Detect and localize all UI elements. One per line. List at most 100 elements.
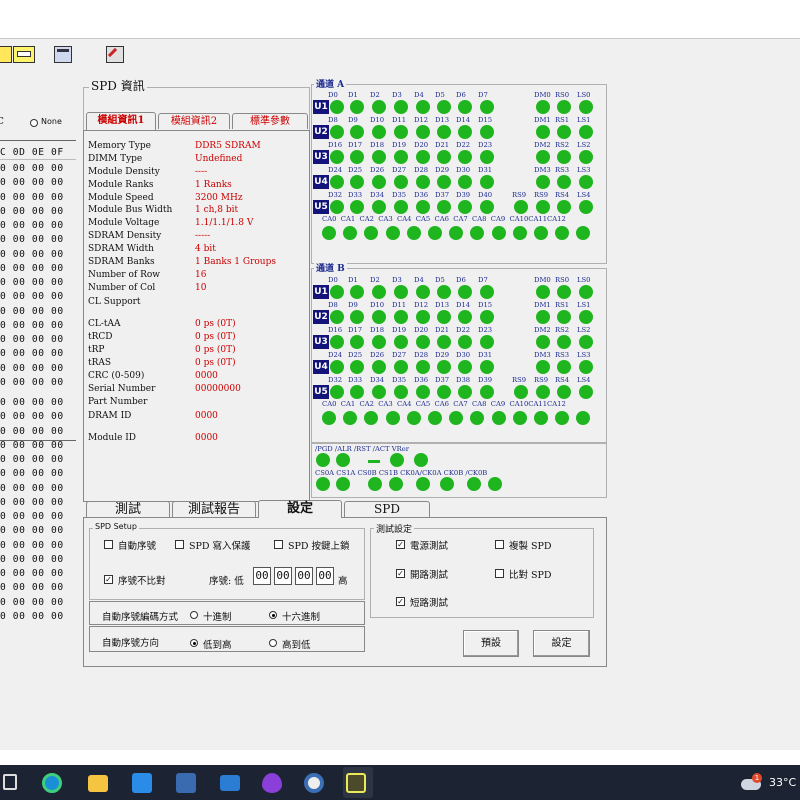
hex-row: 0 00 00 00	[0, 539, 64, 551]
spd-write-protect-checkbox[interactable]	[175, 540, 184, 549]
tab-module-info-1[interactable]: 模組資訊1	[86, 112, 156, 130]
ca-pin-dot	[322, 411, 336, 425]
tool-icon[interactable]	[106, 46, 124, 63]
edge-icon[interactable]	[42, 773, 62, 793]
channel-pin-label: D33	[348, 191, 363, 199]
channel-pin-label: D33	[348, 376, 363, 384]
channel-pin-label: D22	[456, 141, 471, 149]
hex-row: 0 00 00 00	[0, 397, 64, 408]
channel-pin-dot	[350, 200, 364, 214]
hex-row: 0 00 00 00	[0, 177, 64, 189]
channel-pin-dot	[480, 335, 494, 349]
channel-pin-dot	[480, 200, 494, 214]
power-test-checkbox[interactable]: ✓	[396, 540, 405, 549]
open-test-checkbox[interactable]: ✓	[396, 569, 405, 578]
hex-row: 0 00 00 00	[0, 205, 64, 217]
channel-pin-dot	[372, 385, 386, 399]
spd-setup-title: SPD Setup	[93, 522, 139, 531]
paint-icon[interactable]	[262, 773, 282, 793]
channel-pin-dot	[372, 310, 386, 324]
spd-field-value: 0 ps (0T)	[195, 332, 236, 342]
tab-spd[interactable]: SPD	[344, 501, 430, 517]
channel-pin-label: D34	[370, 191, 385, 199]
channel-pin-label: D28	[414, 351, 429, 359]
short-test-checkbox[interactable]: ✓	[396, 597, 405, 606]
hex-row: 0 00 00 00	[0, 248, 64, 260]
channel-pin-dot	[394, 335, 408, 349]
channel-pin-label: D3	[392, 276, 402, 284]
grid-icon[interactable]	[13, 46, 35, 63]
tab-settings[interactable]: 設定	[258, 500, 342, 518]
signal-alr-dot	[336, 453, 350, 467]
serial-byte-1[interactable]: 00	[253, 567, 271, 585]
signal-dot	[440, 477, 454, 491]
default-button[interactable]: 預設	[463, 630, 519, 657]
channel-pin-label: LS4	[577, 376, 591, 384]
device-icon[interactable]	[0, 46, 12, 63]
auto-serial-checkbox[interactable]	[104, 540, 113, 549]
channel-pin-label: D32	[328, 376, 343, 384]
channel-pin-dot	[437, 200, 451, 214]
tab-test[interactable]: 測試	[86, 501, 170, 517]
channel-pin-dot	[458, 285, 472, 299]
calculator-icon[interactable]	[176, 773, 196, 793]
channel-pin-label: D17	[348, 141, 363, 149]
spd-field-value: ----	[195, 167, 208, 177]
mail-icon[interactable]	[220, 775, 240, 791]
unit-badge: U4	[313, 360, 329, 374]
unit-badge: U2	[313, 310, 329, 324]
channel-pin-label: D11	[392, 116, 407, 124]
channel-pin-dot	[350, 100, 364, 114]
decimal-radio[interactable]	[190, 611, 198, 619]
unit-badge: U5	[313, 200, 329, 214]
signal-pgd-dot	[316, 453, 330, 467]
channel-pin-dot	[480, 285, 494, 299]
high-to-low-radio[interactable]	[269, 639, 277, 647]
channel-pin-dot	[437, 150, 451, 164]
hex-row: 0 00 00 00	[0, 439, 64, 451]
radio-none[interactable]	[30, 119, 38, 127]
hex-row: 0 00 00 00	[0, 334, 64, 345]
serial-byte-3[interactable]: 00	[295, 567, 313, 585]
serial-byte-4[interactable]: 00	[316, 567, 334, 585]
compare-spd-label: 比對 SPD	[509, 570, 552, 581]
task-view-icon[interactable]	[3, 774, 17, 790]
spd-field-value: 1.1/1.1/1.8 V	[195, 218, 254, 228]
channel-pin-dot	[394, 200, 408, 214]
spd-field-value: 1 ch,8 bit	[195, 205, 239, 215]
set-button[interactable]: 設定	[533, 630, 590, 657]
channel-pin-dot	[480, 125, 494, 139]
window-icon[interactable]	[54, 46, 72, 63]
low-to-high-radio[interactable]	[190, 639, 198, 647]
channel-pin-label: RS1	[555, 301, 570, 309]
spd-field-value: 4 bit	[195, 244, 216, 254]
spd-field-label: tRP	[88, 345, 105, 355]
channel-pin-dot	[536, 385, 550, 399]
serial-nomatch-checkbox[interactable]: ✓	[104, 575, 113, 584]
file-explorer-icon[interactable]	[88, 775, 108, 792]
spd-field-label: Memory Type	[88, 141, 151, 151]
store-icon[interactable]	[132, 773, 152, 793]
tab-test-report[interactable]: 測試報告	[172, 501, 256, 517]
disc-icon[interactable]	[304, 773, 324, 793]
spd-field-label: tRCD	[88, 332, 113, 342]
ca-labels: CA0 CA1 CA2 CA3 CA4 CA5 CA6 CA7 CA8 CA9 …	[322, 215, 566, 223]
hex-radio[interactable]	[269, 611, 277, 619]
channel-pin-dot	[557, 200, 571, 214]
spd-field-value: 00000000	[195, 384, 241, 394]
serial-byte-2[interactable]: 00	[274, 567, 292, 585]
channel-pin-dot	[480, 385, 494, 399]
channel-pin-dot	[480, 360, 494, 374]
channel-pin-label: D36	[414, 191, 429, 199]
channel-pin-label: DM0	[534, 276, 551, 284]
spd-lock-checkbox[interactable]	[274, 540, 283, 549]
compare-spd-checkbox[interactable]	[495, 569, 504, 578]
channel-pin-dot	[458, 310, 472, 324]
channel-pin-label: D25	[348, 166, 363, 174]
spd-field-label: CL-tAA	[88, 319, 121, 329]
copy-spd-checkbox[interactable]	[495, 540, 504, 549]
tab-module-info-2[interactable]: 模組資訊2	[158, 113, 230, 129]
tab-standard-params[interactable]: 標準參數	[232, 113, 308, 129]
channel-pin-dot	[458, 200, 472, 214]
channel-pin-label: LS2	[577, 326, 591, 334]
